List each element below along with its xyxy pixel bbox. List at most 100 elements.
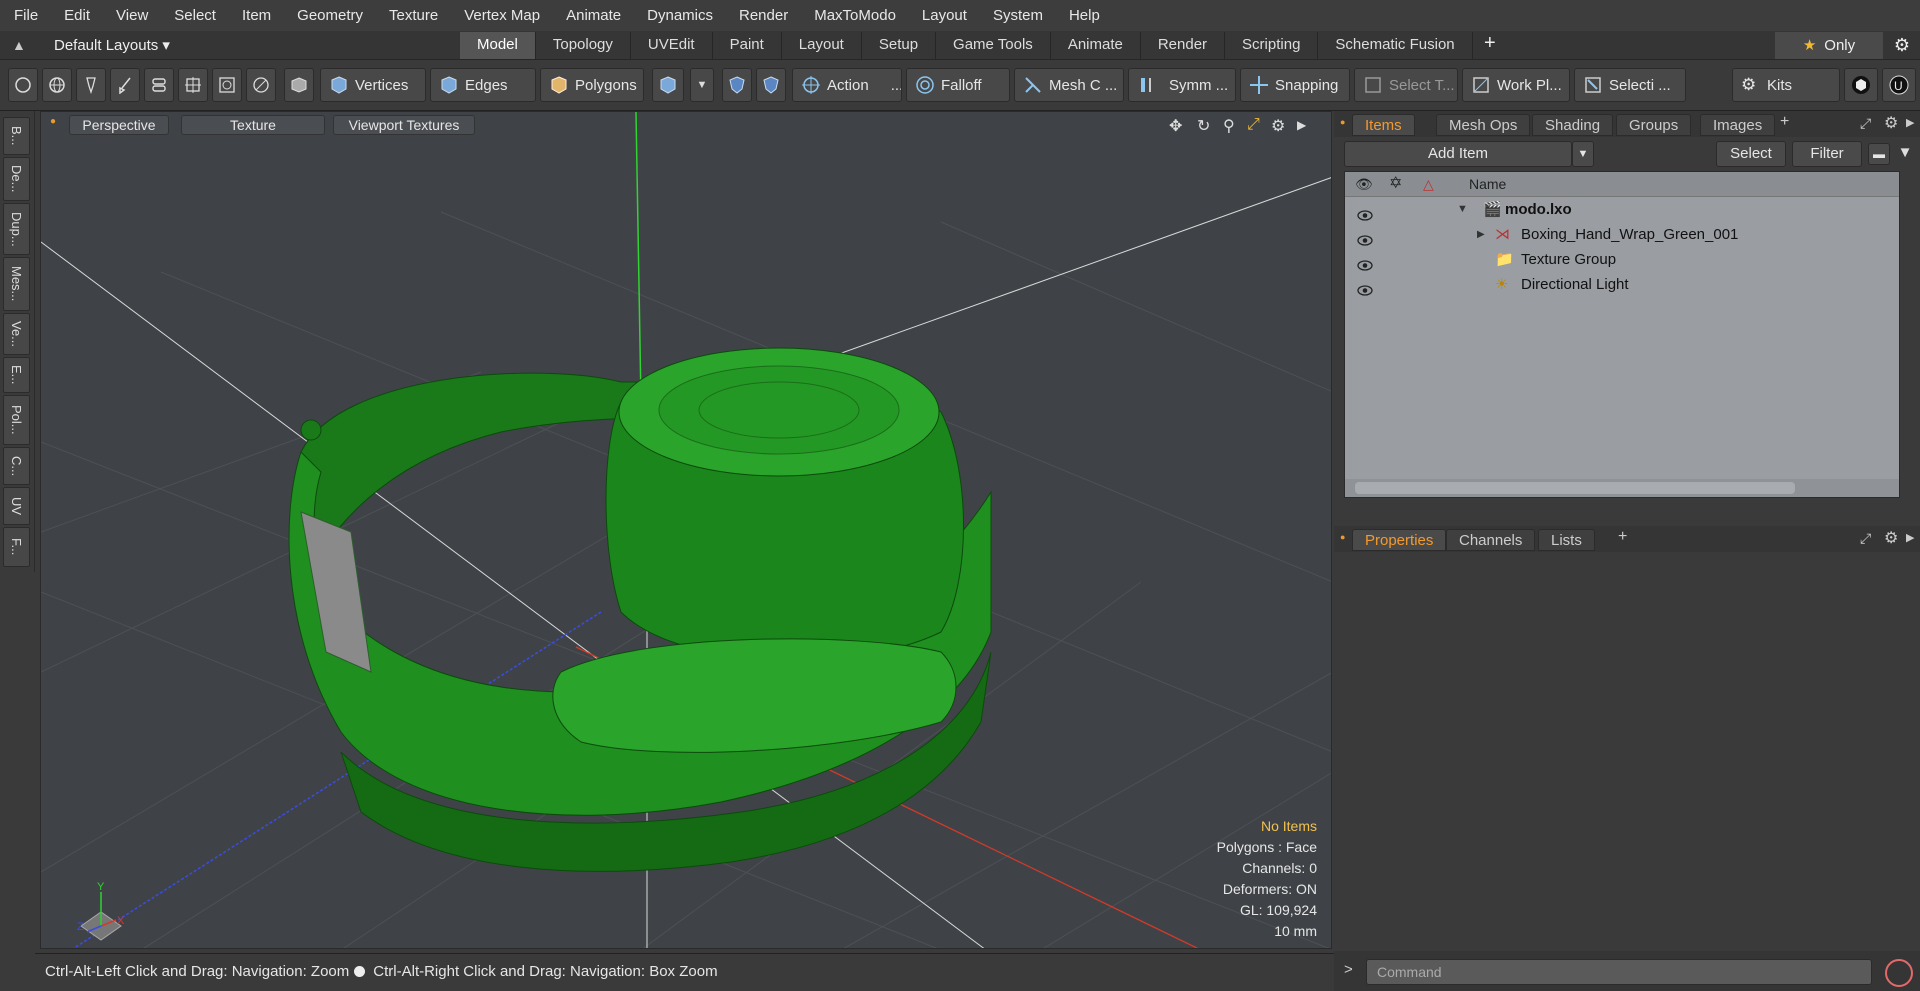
circle-select-icon[interactable] bbox=[8, 68, 38, 102]
add-item-dropdown-icon[interactable]: ▼ bbox=[1572, 141, 1594, 167]
eye-icon[interactable] bbox=[1357, 279, 1373, 304]
tab-items[interactable]: Items bbox=[1352, 114, 1415, 136]
command-arrow-icon[interactable]: > bbox=[1344, 961, 1353, 978]
frame-icon[interactable] bbox=[212, 68, 242, 102]
select-through-button[interactable]: Select T... bbox=[1354, 68, 1458, 102]
viewport-gear-icon[interactable]: ⚙ bbox=[1271, 116, 1285, 136]
left-tab-fusion[interactable]: F... bbox=[3, 527, 30, 567]
item-row-mesh[interactable]: ▶ ⋊ Boxing_Hand_Wrap_Green_001 bbox=[1345, 222, 1899, 247]
left-tab-mesh[interactable]: Mes... bbox=[3, 257, 30, 311]
tab-lists[interactable]: Lists bbox=[1538, 529, 1595, 551]
select-button[interactable]: Select bbox=[1716, 141, 1786, 167]
maximize-panel-icon[interactable]: ⤢ bbox=[1860, 115, 1871, 132]
command-input[interactable]: Command bbox=[1366, 959, 1872, 985]
record-icon[interactable] bbox=[1885, 959, 1913, 987]
tab-scripting[interactable]: Scripting bbox=[1225, 32, 1319, 59]
vertices-button[interactable]: Vertices bbox=[320, 68, 426, 102]
collapsed-arrow-icon[interactable]: ▶ bbox=[1477, 222, 1485, 247]
tab-setup[interactable]: Setup bbox=[861, 32, 937, 59]
kits-button[interactable]: ⚙ Kits bbox=[1732, 68, 1840, 102]
menu-texture[interactable]: Texture bbox=[375, 7, 450, 24]
funnel-icon[interactable]: ▼ bbox=[1894, 143, 1916, 165]
tab-paint[interactable]: Paint bbox=[712, 32, 782, 59]
add-item-button[interactable]: Add Item bbox=[1344, 141, 1572, 167]
menu-view[interactable]: View bbox=[102, 7, 160, 24]
tab-animate[interactable]: Animate bbox=[1050, 32, 1141, 59]
tab-groups[interactable]: Groups bbox=[1616, 114, 1692, 136]
render-column-icon[interactable]: △ bbox=[1423, 172, 1434, 197]
snapping-button[interactable]: Snapping bbox=[1240, 68, 1350, 102]
expand-arrow-icon[interactable]: ▼ bbox=[1457, 197, 1468, 222]
menu-edit[interactable]: Edit bbox=[50, 7, 102, 24]
tab-render[interactable]: Render bbox=[1140, 32, 1226, 59]
item-row-scene[interactable]: ▼ 🎬 modo.lxo bbox=[1345, 197, 1899, 222]
viewport-menu-dot[interactable]: ● bbox=[50, 116, 56, 127]
left-tab-polygon[interactable]: Pol... bbox=[3, 395, 30, 445]
tab-game-tools[interactable]: Game Tools bbox=[936, 32, 1051, 59]
selection-sets-button[interactable]: Selecti ... bbox=[1574, 68, 1686, 102]
work-plane-button[interactable]: Work Pl... bbox=[1462, 68, 1570, 102]
cube-icon[interactable] bbox=[1844, 68, 1878, 102]
viewport-textures-button[interactable]: Viewport Textures bbox=[333, 115, 475, 135]
tab-layout[interactable]: Layout bbox=[781, 32, 862, 59]
menu-item[interactable]: Item bbox=[228, 7, 283, 24]
panel-menu-dot[interactable]: ● bbox=[1340, 532, 1345, 542]
add-tab-icon[interactable]: + bbox=[1780, 113, 1789, 131]
pen-icon[interactable] bbox=[76, 68, 106, 102]
move-icon[interactable]: ✥ bbox=[1169, 116, 1182, 136]
menu-vertex-map[interactable]: Vertex Map bbox=[450, 7, 552, 24]
texture-shading-button[interactable]: Texture bbox=[181, 115, 325, 135]
menu-dynamics[interactable]: Dynamics bbox=[633, 7, 725, 24]
perspective-button[interactable]: Perspective bbox=[69, 115, 169, 135]
edges-button[interactable]: Edges bbox=[430, 68, 536, 102]
tab-model[interactable]: Model bbox=[460, 32, 536, 59]
add-tab-icon[interactable]: + bbox=[1618, 528, 1627, 546]
menu-help[interactable]: Help bbox=[1055, 7, 1112, 24]
name-column-header[interactable]: Name bbox=[1469, 172, 1506, 197]
menu-layout[interactable]: Layout bbox=[908, 7, 979, 24]
lock-column-icon[interactable]: ✡ bbox=[1389, 172, 1402, 197]
menu-select[interactable]: Select bbox=[160, 7, 228, 24]
menu-system[interactable]: System bbox=[979, 7, 1055, 24]
maximize-icon[interactable]: ⤢ bbox=[1247, 116, 1260, 134]
falloff-button[interactable]: Falloff bbox=[906, 68, 1010, 102]
tab-channels[interactable]: Channels bbox=[1446, 529, 1536, 551]
tab-properties[interactable]: Properties bbox=[1352, 529, 1447, 551]
menu-geometry[interactable]: Geometry bbox=[283, 7, 375, 24]
left-tab-edge[interactable]: E... bbox=[3, 357, 30, 393]
default-layouts-dropdown[interactable]: Default Layouts ▾ bbox=[54, 36, 170, 54]
item-row-light[interactable]: ☀ Directional Light bbox=[1345, 272, 1899, 297]
gear-icon[interactable]: ⚙ bbox=[1884, 32, 1920, 59]
rotate-icon[interactable]: ↻ bbox=[1197, 116, 1210, 136]
menu-render[interactable]: Render bbox=[725, 7, 800, 24]
item-mode-icon[interactable] bbox=[284, 68, 314, 102]
panel-menu-dot[interactable]: ● bbox=[1340, 117, 1345, 127]
maximize-panel-icon[interactable]: ⤢ bbox=[1860, 530, 1871, 547]
expand-right-icon[interactable]: ▶ bbox=[1297, 118, 1306, 132]
item-row-texture-group[interactable]: 📁 Texture Group bbox=[1345, 247, 1899, 272]
material-mode-icon[interactable] bbox=[652, 68, 684, 102]
symmetry-button[interactable]: Symm ... bbox=[1128, 68, 1236, 102]
tab-topology[interactable]: Topology bbox=[535, 32, 631, 59]
filter-button[interactable]: Filter bbox=[1792, 141, 1862, 167]
collapse-icon[interactable]: ▬ bbox=[1868, 143, 1890, 165]
collapse-arrow-icon[interactable]: ▲ bbox=[12, 37, 26, 53]
mesh-constraint-button[interactable]: Mesh C ... bbox=[1014, 68, 1124, 102]
horizontal-scrollbar[interactable] bbox=[1345, 479, 1899, 497]
brush-icon[interactable] bbox=[110, 68, 140, 102]
chevron-down-icon[interactable]: ▼ bbox=[690, 68, 714, 102]
panel-expand-icon[interactable]: ▶ bbox=[1906, 116, 1914, 129]
globe-icon[interactable] bbox=[42, 68, 72, 102]
shield-icon[interactable] bbox=[756, 68, 786, 102]
3d-viewport[interactable]: Y X Z ● Perspective Texture Viewport Tex… bbox=[40, 111, 1332, 949]
left-tab-vertex[interactable]: Ve... bbox=[3, 313, 30, 355]
panel-gear-icon[interactable]: ⚙ bbox=[1884, 113, 1898, 133]
menu-file[interactable]: File bbox=[0, 7, 50, 24]
panel-expand-icon[interactable]: ▶ bbox=[1906, 531, 1914, 544]
only-toggle[interactable]: ★ Only bbox=[1775, 32, 1883, 59]
polygons-button[interactable]: Polygons bbox=[540, 68, 644, 102]
left-tab-curve[interactable]: C... bbox=[3, 447, 30, 485]
zoom-icon[interactable]: ⚲ bbox=[1223, 116, 1235, 136]
tab-uvedit[interactable]: UVEdit bbox=[630, 32, 713, 59]
loop-icon[interactable] bbox=[144, 68, 174, 102]
